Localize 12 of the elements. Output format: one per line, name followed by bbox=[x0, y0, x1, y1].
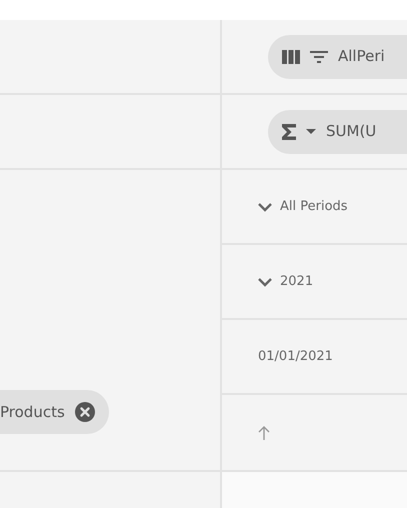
columns-icon bbox=[282, 50, 300, 64]
filter-icon[interactable] bbox=[310, 50, 328, 64]
row-field-chip[interactable]: Products bbox=[0, 390, 109, 434]
period-header[interactable]: All Periods bbox=[258, 196, 348, 216]
sigma-icon bbox=[282, 124, 296, 140]
remove-icon[interactable] bbox=[74, 402, 95, 422]
value-field-chip[interactable]: SUM(U bbox=[268, 110, 407, 154]
sort-arrow-icon[interactable] bbox=[258, 426, 270, 440]
date-header: 01/01/2021 bbox=[258, 348, 333, 366]
period-header[interactable]: 2021 bbox=[258, 272, 314, 292]
caret-icon[interactable] bbox=[306, 128, 316, 134]
column-field-chip[interactable]: AllPeri bbox=[268, 34, 407, 78]
